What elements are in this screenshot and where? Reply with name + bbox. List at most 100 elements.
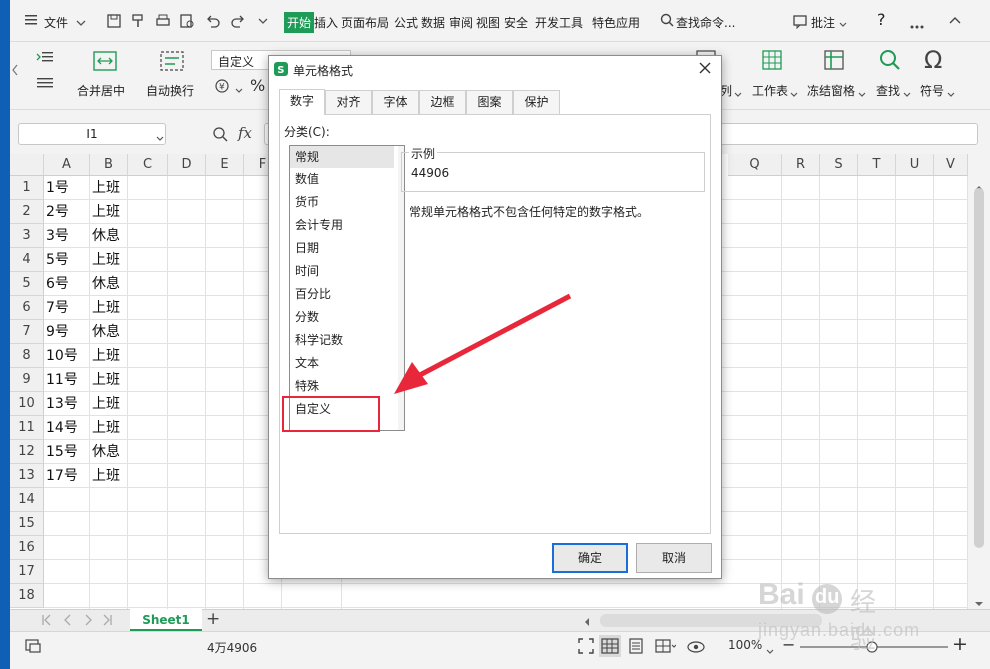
chevron-down-icon[interactable]: [156, 131, 164, 145]
row-header-15[interactable]: 15: [10, 512, 44, 536]
cell-day[interactable]: 11号: [44, 368, 90, 392]
row-header-5[interactable]: 5: [10, 272, 44, 296]
row-header-10[interactable]: 10: [10, 392, 44, 416]
column-header-c[interactable]: C: [128, 154, 168, 176]
column-header-v[interactable]: V: [934, 154, 968, 176]
next-sheet-icon[interactable]: [82, 614, 94, 629]
more-icon[interactable]: [910, 18, 924, 32]
row-header-12[interactable]: 12: [10, 440, 44, 464]
category-general[interactable]: 常规: [290, 146, 394, 168]
currency-icon[interactable]: ¥: [214, 78, 232, 97]
cancel-button[interactable]: 取消: [636, 543, 712, 573]
row-header-14[interactable]: 14: [10, 488, 44, 512]
hamburger-menu-icon[interactable]: [24, 13, 38, 27]
format-painter-icon[interactable]: [130, 13, 146, 32]
find-button[interactable]: 查找: [876, 82, 900, 99]
vertical-scrollbar[interactable]: [968, 154, 990, 609]
cell-day[interactable]: 13号: [44, 392, 90, 416]
row-header-4[interactable]: 4: [10, 248, 44, 272]
wrap-text-button[interactable]: 自动换行: [146, 82, 194, 99]
page-break-view-icon[interactable]: [654, 638, 677, 657]
column-header-b[interactable]: B: [90, 154, 128, 176]
cell-day[interactable]: 3号: [44, 224, 90, 248]
freeze-panes-icon[interactable]: [822, 48, 846, 75]
function-button[interactable]: fx: [238, 124, 252, 142]
print-icon[interactable]: [155, 13, 171, 32]
chevron-down-icon[interactable]: [76, 16, 86, 30]
omega-symbol-icon[interactable]: Ω: [922, 46, 948, 75]
tab-protection[interactable]: 保护: [513, 90, 560, 114]
row-header-17[interactable]: 17: [10, 560, 44, 584]
first-sheet-icon[interactable]: [40, 614, 52, 629]
cell-status[interactable]: 休息: [90, 272, 128, 296]
symbol-button[interactable]: 符号: [920, 82, 944, 99]
cell-day[interactable]: 1号: [44, 176, 90, 200]
column-header-e[interactable]: E: [206, 154, 244, 176]
row-header-16[interactable]: 16: [10, 536, 44, 560]
ribbon-scroll-left-icon[interactable]: [12, 64, 18, 79]
save-icon[interactable]: [106, 13, 122, 32]
ok-button[interactable]: 确定: [552, 543, 628, 573]
zoom-in-button[interactable]: +: [952, 633, 968, 655]
tab-review[interactable]: 审阅: [449, 14, 473, 31]
category-number[interactable]: 数值: [290, 168, 404, 190]
file-menu[interactable]: 文件: [44, 14, 68, 31]
column-header-t[interactable]: T: [858, 154, 896, 176]
cell-status[interactable]: 上班: [90, 200, 128, 224]
last-sheet-icon[interactable]: [102, 614, 114, 629]
merge-center-button[interactable]: 合并居中: [77, 82, 125, 99]
cell-status[interactable]: 上班: [90, 392, 128, 416]
column-header-d[interactable]: D: [168, 154, 206, 176]
column-header-u[interactable]: U: [896, 154, 934, 176]
chevron-down-icon[interactable]: [790, 87, 798, 101]
select-all-corner[interactable]: [10, 154, 44, 176]
column-header-a[interactable]: A: [44, 154, 90, 176]
name-box[interactable]: I1: [18, 123, 166, 145]
find-icon[interactable]: [878, 48, 902, 75]
prev-sheet-icon[interactable]: [62, 614, 74, 629]
wrap-text-icon[interactable]: [159, 49, 185, 76]
cell-status[interactable]: 上班: [90, 344, 128, 368]
cell-status[interactable]: 上班: [90, 368, 128, 392]
cell-status[interactable]: 上班: [90, 296, 128, 320]
chevron-down-icon[interactable]: [235, 83, 243, 97]
chevron-down-icon[interactable]: [839, 17, 847, 31]
tab-developer[interactable]: 开发工具: [535, 14, 583, 31]
fullscreen-icon[interactable]: [578, 638, 594, 657]
tab-page-layout[interactable]: 页面布局: [341, 14, 389, 31]
row-header-18[interactable]: 18: [10, 584, 44, 608]
normal-view-icon[interactable]: [599, 635, 621, 657]
tab-special[interactable]: 特色应用: [592, 14, 640, 31]
cell-day[interactable]: 2号: [44, 200, 90, 224]
cell-day[interactable]: 9号: [44, 320, 90, 344]
add-sheet-button[interactable]: +: [206, 609, 220, 629]
macro-record-icon[interactable]: [24, 638, 42, 657]
cell-day[interactable]: 15号: [44, 440, 90, 464]
cell-day[interactable]: 5号: [44, 248, 90, 272]
tab-font[interactable]: 字体: [372, 90, 419, 114]
collapse-ribbon-icon[interactable]: [948, 14, 962, 31]
tab-border[interactable]: 边框: [419, 90, 466, 114]
tab-insert[interactable]: 插入: [314, 14, 338, 31]
redo-icon[interactable]: [230, 13, 246, 32]
column-header-r[interactable]: R: [782, 154, 820, 176]
indent-icon[interactable]: [36, 50, 54, 67]
row-header-9[interactable]: 9: [10, 368, 44, 392]
row-header-11[interactable]: 11: [10, 416, 44, 440]
chevron-down-icon[interactable]: [766, 644, 774, 658]
comment-button[interactable]: 批注: [811, 14, 835, 31]
undo-icon[interactable]: [205, 13, 221, 32]
tab-home[interactable]: 开始: [284, 12, 315, 33]
row-header-7[interactable]: 7: [10, 320, 44, 344]
tab-number[interactable]: 数字: [279, 89, 325, 115]
freeze-panes-button[interactable]: 冻结窗格: [807, 82, 855, 99]
merge-center-icon[interactable]: [92, 49, 118, 76]
cell-status[interactable]: 休息: [90, 320, 128, 344]
page-layout-view-icon[interactable]: [628, 638, 644, 657]
column-header-s[interactable]: S: [820, 154, 858, 176]
chevron-down-icon[interactable]: [858, 87, 866, 101]
row-header-6[interactable]: 6: [10, 296, 44, 320]
chevron-down-icon[interactable]: [734, 87, 742, 101]
zoom-search-icon[interactable]: [212, 126, 228, 145]
print-preview-icon[interactable]: [179, 13, 195, 32]
